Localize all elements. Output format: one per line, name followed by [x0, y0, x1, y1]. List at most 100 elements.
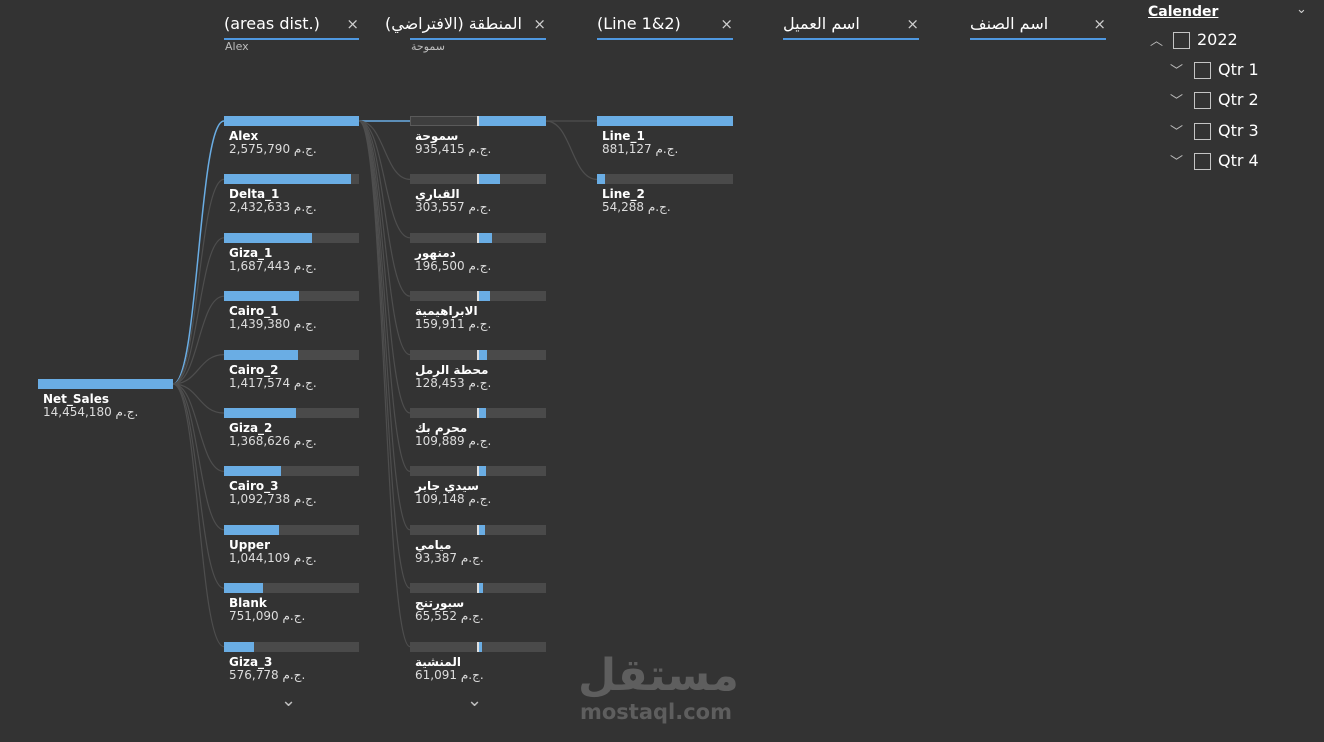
chevron-up-icon[interactable]: ︿ [1150, 30, 1163, 49]
region-node[interactable]: محطة الرمل 128,453 ج.م. [410, 349, 546, 394]
checkbox[interactable] [1194, 92, 1211, 109]
line-node[interactable]: Line_2 54,288 ج.م. [597, 174, 733, 218]
region-node[interactable]: دمنهور 196,500 ج.م. [410, 232, 546, 277]
slicer-item-qtr-2[interactable]: ﹀ Qtr 2 [1170, 90, 1300, 112]
node-bar-left [410, 233, 478, 243]
node-bar [224, 641, 255, 652]
show-more-regions-chevron-icon[interactable]: ⌄ [467, 690, 482, 711]
node-bar-divider [477, 408, 479, 418]
node-bar [597, 116, 733, 126]
node-label: Cairo_1 [229, 304, 279, 319]
node-label: Delta_1 [229, 187, 280, 202]
slicer-item-qtr-4[interactable]: ﹀ Qtr 4 [1170, 151, 1300, 173]
region-node[interactable]: محرم بك 109,889 ج.م. [410, 408, 546, 452]
node-bar [478, 408, 486, 418]
node-label: محطة الرمل [415, 362, 489, 377]
level-header-line[interactable]: (Line 1&2) × [597, 14, 733, 40]
checkbox[interactable] [1173, 32, 1190, 49]
chevron-down-icon[interactable]: ﹀ [1170, 121, 1183, 140]
close-icon[interactable]: × [533, 15, 546, 33]
slicer-item-label: Qtr 4 [1218, 151, 1259, 170]
slicer-item-2022[interactable]: ︿ 2022 [1150, 30, 1300, 52]
node-bar-left [410, 350, 478, 360]
node-bar-divider [477, 349, 479, 360]
region-node[interactable]: القباري 303,557 ج.م. [410, 174, 546, 218]
node-bar [224, 291, 300, 302]
region-node[interactable]: ميامي 93,387 ج.م. [410, 524, 546, 569]
chevron-down-icon[interactable]: ﹀ [1170, 151, 1183, 170]
chevron-down-icon[interactable]: ﹀ [1170, 90, 1183, 109]
node-label: Giza_1 [229, 245, 273, 260]
watermark-domain: mostaql.com [580, 700, 732, 724]
region-node[interactable]: سبورتنج 65,552 ج.م. [410, 583, 546, 627]
node-value: 93,387 ج.م. [415, 550, 484, 565]
line-node[interactable]: Line_1 881,127 ج.م. [597, 116, 733, 160]
node-bar [597, 174, 606, 185]
node-bar-track [597, 174, 733, 185]
chevron-down-icon[interactable]: ⌄ [1296, 2, 1307, 17]
node-bar [224, 524, 279, 535]
node-bar-left [410, 525, 478, 535]
area-node[interactable]: Alex 2,575,790 ج.م. [224, 116, 359, 160]
node-bar [224, 408, 296, 418]
level-header-customer[interactable]: اسم العميل × [783, 14, 919, 40]
node-bar [224, 349, 299, 360]
close-icon[interactable]: × [346, 15, 359, 33]
area-node[interactable]: Blank 751,090 ج.م. [224, 583, 359, 627]
node-label: سبورتنج [415, 596, 465, 611]
area-node[interactable]: Giza_1 1,687,443 ج.م. [224, 232, 359, 277]
node-label: محرم بك [415, 421, 468, 435]
level-selection: Alex [225, 40, 249, 53]
checkbox[interactable] [1194, 123, 1211, 140]
node-label: المنشية [415, 654, 461, 669]
node-value: 1,439,380 ج.م. [229, 317, 317, 332]
node-bar [224, 116, 359, 126]
level-title: اسم الصنف [970, 14, 1049, 33]
node-bar-divider [477, 466, 479, 477]
node-label: سموحة [415, 129, 459, 143]
connector-line [545, 120, 598, 180]
node-value: 2,575,790 ج.م. [229, 142, 317, 156]
connector-line [172, 383, 225, 589]
node-label: Line_2 [602, 187, 645, 202]
node-label: Alex [229, 129, 259, 143]
show-more-areas-chevron-icon[interactable]: ⌄ [281, 690, 296, 711]
node-value: 576,778 ج.م. [229, 667, 306, 682]
node-value: 881,127 ج.م. [602, 142, 679, 156]
close-icon[interactable]: × [720, 15, 733, 33]
area-node[interactable]: Cairo_3 1,092,738 ج.م. [224, 466, 359, 510]
level-header-region[interactable]: المنطقة (الافتراضي) × [385, 14, 546, 40]
area-node[interactable]: Cairo_1 1,439,380 ج.م. [224, 291, 359, 335]
close-icon[interactable]: × [1093, 15, 1106, 33]
slicer-item-qtr-3[interactable]: ﹀ Qtr 3 [1170, 121, 1300, 143]
region-node[interactable]: المنشية 61,091 ج.م. [410, 641, 546, 686]
chevron-down-icon[interactable]: ﹀ [1170, 60, 1183, 79]
close-icon[interactable]: × [906, 15, 919, 33]
region-node[interactable]: سيدي جابر 109,148 ج.م. [410, 466, 546, 510]
region-node[interactable]: سموحة 935,415 ج.م. [410, 116, 546, 160]
node-bar-left [410, 291, 478, 301]
slicer-item-label: 2022 [1197, 30, 1238, 49]
tree-node-root[interactable]: Net_Sales 14,454,180 ج.م. [38, 379, 173, 423]
node-bar-divider [477, 174, 479, 185]
level-header-item[interactable]: اسم الصنف × [970, 14, 1106, 40]
connector-line [172, 237, 225, 385]
area-node[interactable]: Giza_3 576,778 ج.م. [224, 641, 359, 686]
level-header-areas[interactable]: (areas dist.) × [224, 14, 359, 40]
area-node[interactable]: Cairo_2 1,417,574 ج.م. [224, 349, 359, 394]
watermark-logo: مستقل [578, 650, 739, 701]
node-bar-left [410, 583, 478, 593]
area-node[interactable]: Giza_2 1,368,626 ج.م. [224, 408, 359, 452]
node-bar [478, 291, 490, 302]
region-node[interactable]: الابراهيمية 159,911 ج.م. [410, 291, 546, 335]
area-node[interactable]: Upper 1,044,109 ج.م. [224, 524, 359, 569]
checkbox[interactable] [1194, 153, 1211, 170]
node-label: Upper [229, 537, 270, 552]
checkbox[interactable] [1194, 62, 1211, 79]
area-node[interactable]: Delta_1 2,432,633 ج.م. [224, 174, 359, 218]
watermark: مستقل mostaql.com [578, 650, 748, 730]
level-selection: سموحة [411, 40, 445, 53]
slicer-item-qtr-1[interactable]: ﹀ Qtr 1 [1170, 60, 1300, 82]
node-bar [224, 466, 282, 477]
node-value: 109,889 ج.م. [415, 434, 492, 448]
